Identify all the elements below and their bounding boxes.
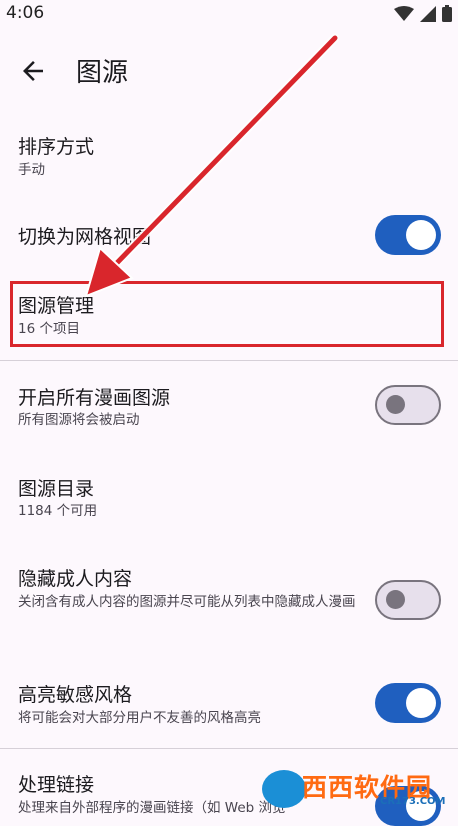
section-divider	[0, 748, 458, 749]
switch-thumb	[386, 395, 405, 414]
setting-catalog-subtitle: 1184 个可用	[18, 503, 98, 519]
setting-highlight-nsfw-subtitle: 将可能会对大部分用户不友善的风格高亮	[18, 710, 261, 726]
setting-sort-subtitle: 手动	[18, 162, 45, 178]
app-bar: 图源	[0, 40, 458, 100]
setting-highlight-nsfw[interactable]: 高亮敏感风格 将可能会对大部分用户不友善的风格高亮	[0, 668, 458, 740]
watermark-subtext: CR173.COM	[380, 796, 446, 807]
setting-enable-all[interactable]: 开启所有漫画图源 所有图源将会被启动	[0, 372, 458, 444]
setting-grid-view-title: 切换为网格视图	[18, 226, 152, 248]
arrow-left-icon[interactable]	[18, 56, 48, 86]
status-icons	[394, 5, 452, 22]
section-divider	[0, 360, 458, 361]
switch-thumb	[406, 220, 436, 250]
page-title: 图源	[76, 58, 129, 88]
status-time: 4:06	[6, 3, 45, 23]
cellular-icon	[420, 5, 436, 22]
enable-all-switch[interactable]	[375, 385, 441, 425]
setting-enable-all-subtitle: 所有图源将会被启动	[18, 412, 140, 428]
setting-enable-all-title: 开启所有漫画图源	[18, 387, 171, 409]
setting-catalog[interactable]: 图源目录 1184 个可用	[0, 462, 458, 534]
wifi-icon	[394, 5, 414, 21]
setting-handle-links-title: 处理链接	[18, 774, 95, 796]
setting-highlight-nsfw-title: 高亮敏感风格	[18, 684, 133, 706]
hide-nsfw-switch[interactable]	[375, 580, 441, 620]
annotation-highlight-box	[10, 281, 444, 347]
setting-grid-view[interactable]: 切换为网格视图	[0, 200, 458, 272]
setting-hide-nsfw[interactable]: 隐藏成人内容 关闭含有成人内容的图源并尽可能从列表中隐藏成人漫画	[0, 552, 458, 644]
switch-thumb	[386, 590, 405, 609]
watermark-badge-icon	[262, 770, 306, 808]
setting-hide-nsfw-title: 隐藏成人内容	[18, 568, 133, 590]
setting-sort-title: 排序方式	[18, 136, 95, 158]
grid-view-switch[interactable]	[375, 215, 441, 255]
highlight-nsfw-switch[interactable]	[375, 683, 441, 723]
setting-catalog-title: 图源目录	[18, 478, 95, 500]
battery-icon	[442, 5, 452, 22]
watermark-logo: 西西软件园 CR173.COM	[262, 766, 458, 812]
setting-handle-links-subtitle: 处理来自外部程序的漫画链接（如 Web 浏览	[18, 800, 286, 816]
setting-sort[interactable]: 排序方式 手动	[0, 120, 458, 192]
setting-hide-nsfw-subtitle: 关闭含有成人内容的图源并尽可能从列表中隐藏成人漫画	[18, 594, 356, 610]
status-bar: 4:06	[0, 0, 458, 28]
switch-thumb	[406, 688, 436, 718]
